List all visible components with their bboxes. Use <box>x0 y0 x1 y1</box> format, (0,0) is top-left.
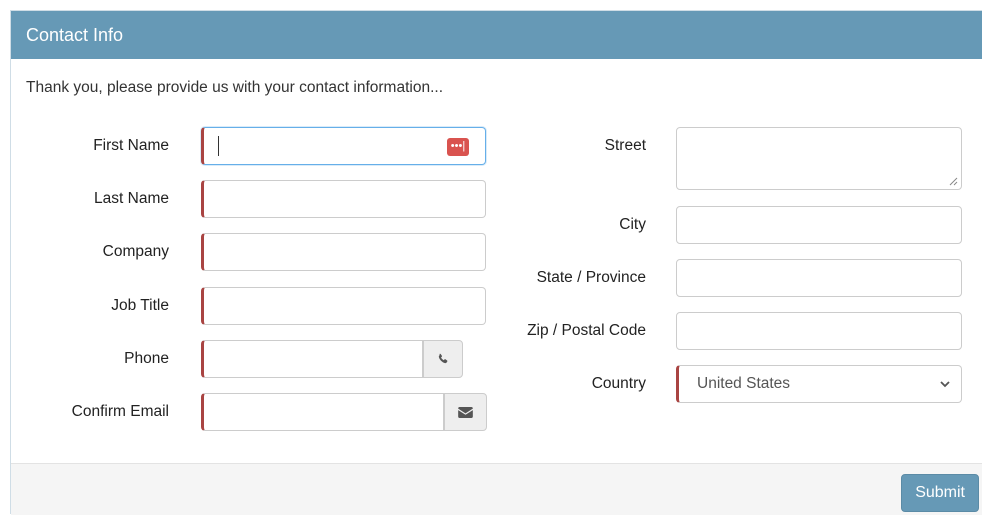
email-addon <box>444 393 487 431</box>
confirm-email-field[interactable] <box>201 393 487 431</box>
zip-label: Zip / Postal Code <box>527 322 646 339</box>
job-title-field[interactable] <box>201 287 486 325</box>
phone-field[interactable] <box>201 340 463 378</box>
panel-title: Contact Info <box>11 11 982 59</box>
phone-addon <box>423 340 463 378</box>
phone-label: Phone <box>124 350 169 367</box>
zip-field[interactable] <box>676 312 962 350</box>
state-label: State / Province <box>536 269 646 286</box>
last-name-input[interactable] <box>204 181 485 217</box>
city-input[interactable] <box>677 207 961 243</box>
city-label: City <box>619 216 646 233</box>
chevron-down-icon <box>940 381 950 388</box>
street-textarea[interactable] <box>677 128 961 189</box>
resize-grip-icon[interactable] <box>949 177 958 186</box>
state-field[interactable] <box>676 259 962 297</box>
panel-footer: Submit <box>11 463 982 515</box>
company-label: Company <box>102 243 169 260</box>
envelope-icon <box>458 406 473 418</box>
confirm-email-label: Confirm Email <box>71 403 169 420</box>
job-title-input[interactable] <box>204 288 485 324</box>
confirm-email-input[interactable] <box>204 394 443 430</box>
country-select[interactable]: United States <box>676 365 962 403</box>
street-label: Street <box>604 137 646 154</box>
country-selected-value: United States <box>697 375 791 392</box>
zip-input[interactable] <box>677 313 961 349</box>
company-field[interactable] <box>201 233 486 271</box>
state-input[interactable] <box>677 260 961 296</box>
contact-info-panel: Contact Info Thank you, please provide u… <box>10 10 982 515</box>
phone-input[interactable] <box>204 341 422 377</box>
job-title-label: Job Title <box>111 297 169 314</box>
city-field[interactable] <box>676 206 962 244</box>
street-field[interactable] <box>676 127 962 190</box>
last-name-label: Last Name <box>94 190 169 207</box>
last-name-field[interactable] <box>201 180 486 218</box>
company-input[interactable] <box>204 234 485 270</box>
phone-icon <box>438 353 448 364</box>
country-label: Country <box>591 375 646 392</box>
intro-text: Thank you, please provide us with your c… <box>26 79 443 96</box>
submit-button[interactable]: Submit <box>901 474 979 512</box>
